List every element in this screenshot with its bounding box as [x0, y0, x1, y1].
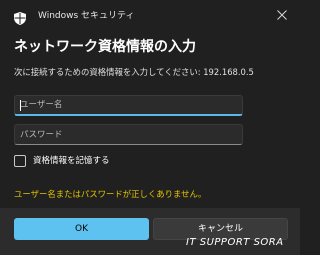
- close-icon: [277, 10, 287, 20]
- remember-label[interactable]: 資格情報を記憶する: [33, 155, 110, 167]
- error-message: ユーザー名またはパスワードが正しくありません。: [14, 189, 207, 199]
- text-caret: [20, 100, 21, 111]
- password-field[interactable]: [14, 124, 243, 145]
- app-title: Windows セキュリティ: [38, 11, 135, 21]
- title-bar: Windows セキュリティ: [0, 0, 300, 30]
- username-field[interactable]: [14, 95, 243, 116]
- close-button[interactable]: [270, 4, 294, 26]
- username-input[interactable]: [15, 96, 242, 114]
- watermark: IT SUPPORT SORA: [186, 237, 284, 248]
- remember-credentials[interactable]: 資格情報を記憶する: [14, 154, 214, 170]
- remember-checkbox[interactable]: [14, 155, 26, 167]
- credential-dialog: Windows セキュリティ ネットワーク資格情報の入力 次に接続するための資格…: [0, 0, 300, 255]
- ok-button[interactable]: OK: [14, 218, 149, 240]
- password-input[interactable]: [15, 125, 242, 144]
- dialog-prompt: 次に接続するための資格情報を入力してください: 192.168.0.5: [14, 67, 254, 77]
- dialog-heading: ネットワーク資格情報の入力: [14, 39, 196, 55]
- shield-icon: [14, 10, 26, 25]
